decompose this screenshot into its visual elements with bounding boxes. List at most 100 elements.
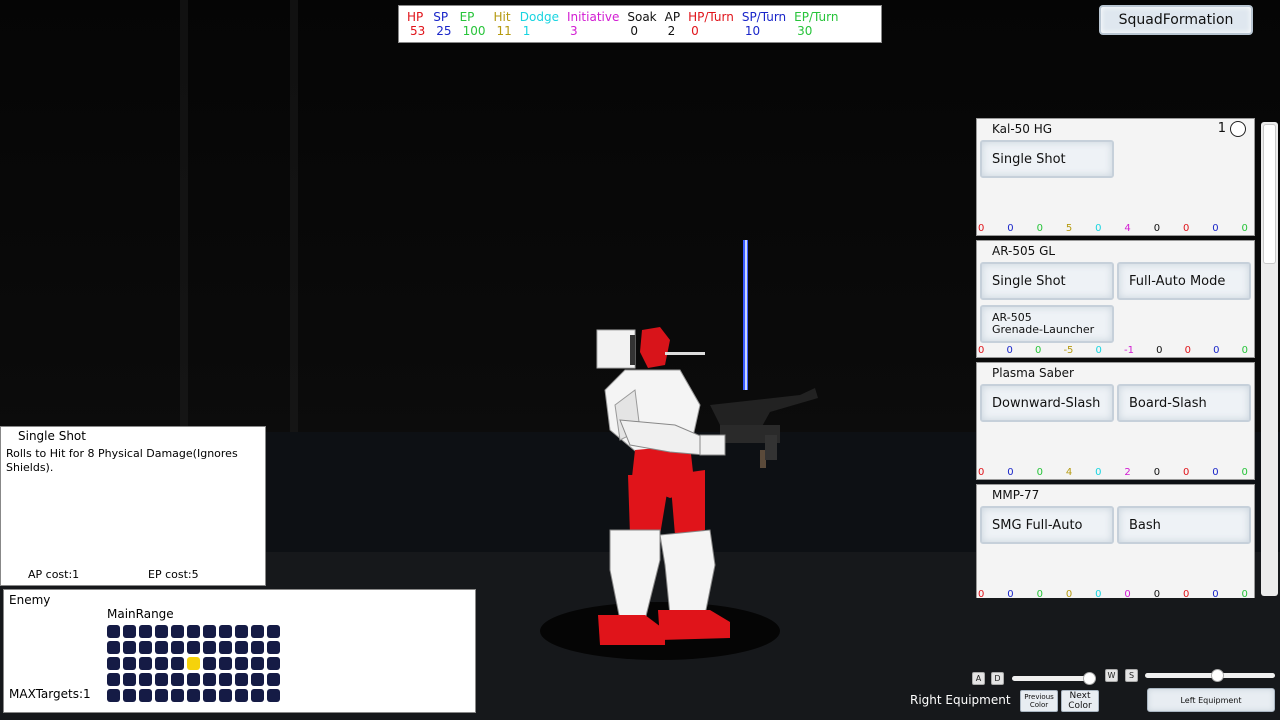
target-cell[interactable] bbox=[107, 673, 120, 686]
equip-slot-icon[interactable] bbox=[1230, 121, 1246, 137]
zoom-slider-knob[interactable] bbox=[1210, 669, 1224, 682]
target-cell[interactable] bbox=[203, 625, 216, 638]
target-cell[interactable] bbox=[155, 625, 168, 638]
target-cell[interactable] bbox=[219, 657, 232, 670]
target-cell[interactable] bbox=[267, 689, 280, 702]
target-cell[interactable] bbox=[235, 673, 248, 686]
target-cell[interactable] bbox=[155, 657, 168, 670]
target-cell[interactable] bbox=[203, 673, 216, 686]
weapon-stat-modifier: 0 bbox=[1241, 223, 1248, 234]
target-cell[interactable] bbox=[219, 641, 232, 654]
target-cell[interactable] bbox=[267, 657, 280, 670]
target-cell[interactable] bbox=[251, 657, 264, 670]
target-cell[interactable] bbox=[187, 625, 200, 638]
weapon-stat-modifier: 0 bbox=[1182, 589, 1190, 598]
target-cell[interactable] bbox=[171, 625, 184, 638]
target-cell[interactable] bbox=[219, 625, 232, 638]
target-cell[interactable] bbox=[235, 641, 248, 654]
target-cell[interactable] bbox=[187, 673, 200, 686]
target-cell-selected[interactable] bbox=[187, 657, 200, 670]
character-stats-bar: HP 53 SP 25 EP 100 Hit 11 Dodge 1 Initiative 3 Soak 0… bbox=[398, 5, 882, 43]
target-cell[interactable] bbox=[123, 641, 136, 654]
target-cell[interactable] bbox=[251, 689, 264, 702]
target-cell[interactable] bbox=[155, 689, 168, 702]
target-cell[interactable] bbox=[139, 641, 152, 654]
target-cell[interactable] bbox=[139, 625, 152, 638]
action-tooltip-panel: Single Shot Rolls to Hit for 8 Physical … bbox=[0, 426, 266, 586]
target-cell[interactable] bbox=[203, 657, 216, 670]
weapon-stat-modifier: 0 bbox=[1007, 467, 1014, 478]
weapon-action-button[interactable]: Downward-Slash bbox=[980, 384, 1114, 422]
zoom-out-key-s[interactable]: S bbox=[1125, 669, 1138, 682]
weapon-stat-modifier: 0 bbox=[978, 223, 985, 234]
weapon-stat-modifier: 0 bbox=[1184, 345, 1191, 356]
target-cell[interactable] bbox=[123, 625, 136, 638]
weapon-stat-modifier: 0 bbox=[1007, 223, 1014, 234]
target-cell[interactable] bbox=[107, 641, 120, 654]
target-cell[interactable] bbox=[171, 657, 184, 670]
weapon-action-button[interactable]: Full-Auto Mode bbox=[1117, 262, 1251, 300]
target-cell[interactable] bbox=[219, 689, 232, 702]
stat-value: 53 bbox=[410, 24, 426, 38]
target-cell[interactable] bbox=[235, 625, 248, 638]
target-cell[interactable] bbox=[171, 689, 184, 702]
weapon-stat-modifier: 4 bbox=[1124, 223, 1131, 234]
zoom-in-key-w[interactable]: W bbox=[1105, 669, 1118, 682]
target-cell[interactable] bbox=[203, 689, 216, 702]
stat-value: 10 bbox=[744, 24, 761, 38]
target-cell[interactable] bbox=[235, 657, 248, 670]
target-cell[interactable] bbox=[171, 673, 184, 686]
target-cell[interactable] bbox=[219, 673, 232, 686]
rotate-left-key-a[interactable]: A bbox=[972, 672, 985, 685]
weapon-stat-modifier: 0 bbox=[1095, 589, 1102, 598]
stat-value: 25 bbox=[436, 24, 452, 38]
target-cell[interactable] bbox=[267, 641, 280, 654]
tooltip-description: Rolls to Hit for 8 Physical Damage(Ignor… bbox=[6, 447, 238, 474]
weapon-action-button[interactable]: Bash bbox=[1117, 506, 1251, 544]
rotation-slider[interactable] bbox=[1012, 672, 1097, 685]
target-cell[interactable] bbox=[235, 689, 248, 702]
weapon-stat-modifier: 0 bbox=[1036, 589, 1043, 598]
target-cell[interactable] bbox=[107, 689, 120, 702]
scrollbar-thumb[interactable] bbox=[1263, 124, 1276, 264]
target-cell[interactable] bbox=[267, 625, 280, 638]
target-cell[interactable] bbox=[171, 641, 184, 654]
target-cell[interactable] bbox=[107, 625, 120, 638]
left-equipment-button[interactable]: Left Equipment bbox=[1147, 688, 1275, 712]
target-cell[interactable] bbox=[187, 641, 200, 654]
weapon-action-button[interactable]: Board-Slash bbox=[1117, 384, 1251, 422]
target-cell[interactable] bbox=[155, 641, 168, 654]
weapon-name: Kal-50 HG bbox=[992, 122, 1053, 136]
target-cell[interactable] bbox=[139, 673, 152, 686]
weapon-action-button[interactable]: Single Shot bbox=[980, 262, 1114, 300]
weapon-action-button[interactable]: AR-505 Grenade-Launcher bbox=[980, 305, 1114, 343]
target-cell[interactable] bbox=[107, 657, 120, 670]
target-cell[interactable] bbox=[155, 673, 168, 686]
rotate-right-key-d[interactable]: D bbox=[991, 672, 1004, 685]
weapon-action-button[interactable]: SMG Full-Auto bbox=[980, 506, 1114, 544]
target-cell[interactable] bbox=[251, 625, 264, 638]
next-color-button[interactable]: Next Color bbox=[1061, 690, 1099, 712]
target-cell[interactable] bbox=[139, 689, 152, 702]
weapon-stat-modifier: 0 bbox=[1212, 589, 1219, 598]
target-cell[interactable] bbox=[203, 641, 216, 654]
stat-dodge: Dodge 1 bbox=[520, 10, 559, 42]
target-cell[interactable] bbox=[251, 673, 264, 686]
target-cell[interactable] bbox=[139, 657, 152, 670]
target-cell[interactable] bbox=[123, 673, 136, 686]
target-cell[interactable] bbox=[267, 673, 280, 686]
target-cell[interactable] bbox=[123, 657, 136, 670]
weapon-stat-modifier: 0 bbox=[1095, 467, 1102, 478]
weapon-stat-modifier: 0 bbox=[1095, 223, 1102, 234]
previous-color-button[interactable]: Previous Color bbox=[1020, 690, 1058, 712]
target-cell[interactable] bbox=[251, 641, 264, 654]
stat-value: 0 bbox=[691, 24, 699, 38]
squad-formation-button[interactable]: SquadFormation bbox=[1099, 5, 1253, 35]
weapon-action-button[interactable]: Single Shot bbox=[980, 140, 1114, 178]
stat-hit: Hit 11 bbox=[493, 10, 511, 42]
tooltip-ep-cost: EP cost:5 bbox=[148, 568, 199, 581]
zoom-slider[interactable] bbox=[1145, 669, 1275, 682]
target-cell[interactable] bbox=[123, 689, 136, 702]
target-cell[interactable] bbox=[187, 689, 200, 702]
equipment-scrollbar[interactable] bbox=[1261, 122, 1278, 596]
